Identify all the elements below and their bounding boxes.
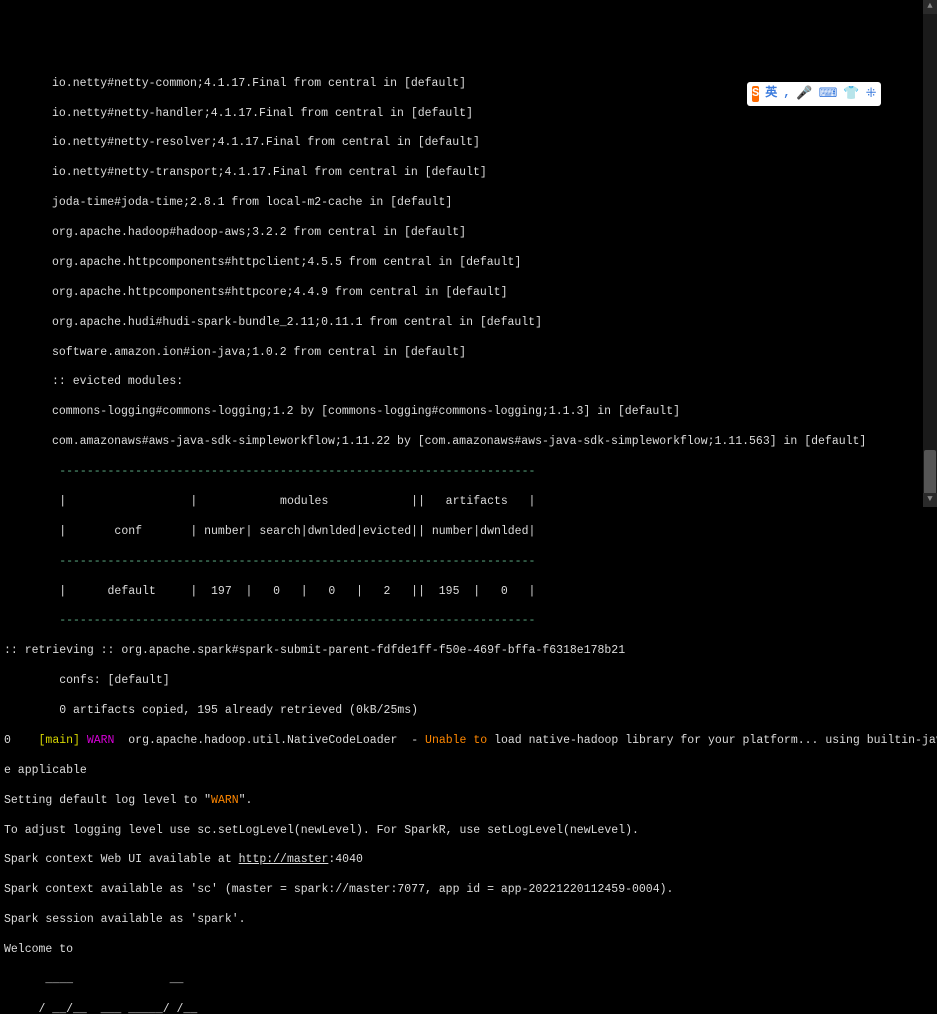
scroll-down-icon[interactable]: ▼: [923, 493, 937, 507]
welcome-line: Welcome to: [4, 943, 933, 958]
dep-line: io.netty#netty-resolver;4.1.17.Final fro…: [4, 136, 933, 151]
dep-line: io.netty#netty-transport;4.1.17.Final fr…: [4, 166, 933, 181]
retrieve-line: 0 artifacts copied, 195 already retrieve…: [4, 704, 933, 719]
scroll-up-icon[interactable]: ▲: [923, 0, 937, 14]
loglevel-adjust: To adjust logging level use sc.setLogLev…: [4, 824, 933, 839]
scrollbar-track[interactable]: ▲ ▼: [923, 0, 937, 507]
ime-toolbar[interactable]: S 英 , 🎤 ⌨ 👕 ⁜: [747, 82, 881, 106]
dep-line: joda-time#joda-time;2.8.1 from local-m2-…: [4, 196, 933, 211]
dep-line: org.apache.httpcomponents#httpcore;4.4.9…: [4, 286, 933, 301]
loglevel-line: Setting default log level to "WARN".: [4, 794, 933, 809]
table-divider: ----------------------------------------…: [4, 614, 933, 629]
ascii-art: / __/__ ___ _____/ /__: [4, 1003, 933, 1014]
menu-icon[interactable]: ⁜: [866, 86, 877, 103]
dep-line: org.apache.httpcomponents#httpclient;4.5…: [4, 256, 933, 271]
table-header: | conf | number| search|dwnlded|evicted|…: [4, 525, 933, 540]
warn-line: 0 [main] WARN org.apache.hadoop.util.Nat…: [4, 734, 933, 749]
ime-language-toggle[interactable]: 英: [765, 86, 777, 102]
session-line: Spark session available as 'spark'.: [4, 913, 933, 928]
webui-line: Spark context Web UI available at http:/…: [4, 853, 933, 868]
microphone-icon[interactable]: 🎤: [796, 86, 812, 103]
dep-line: io.netty#netty-handler;4.1.17.Final from…: [4, 107, 933, 122]
dep-line: org.apache.hadoop#hadoop-aws;3.2.2 from …: [4, 226, 933, 241]
table-header: | | modules || artifacts |: [4, 495, 933, 510]
skin-icon[interactable]: 👕: [843, 86, 859, 103]
ime-punct-toggle[interactable]: ,: [783, 86, 790, 102]
warn-cont: e applicable: [4, 764, 933, 779]
context-line: Spark context available as 'sc' (master …: [4, 883, 933, 898]
dep-line: org.apache.hudi#hudi-spark-bundle_2.11;0…: [4, 316, 933, 331]
evicted-line: com.amazonaws#aws-java-sdk-simpleworkflo…: [4, 435, 933, 450]
scrollbar-thumb[interactable]: [924, 450, 936, 495]
dep-line: software.amazon.ion#ion-java;1.0.2 from …: [4, 346, 933, 361]
evicted-header: :: evicted modules:: [4, 375, 933, 390]
sogou-logo-icon[interactable]: S: [752, 86, 759, 102]
ascii-art: ____ __: [4, 973, 933, 988]
terminal-output: io.netty#netty-common;4.1.17.Final from …: [0, 60, 937, 1014]
retrieve-line: confs: [default]: [4, 674, 933, 689]
keyboard-icon[interactable]: ⌨: [819, 86, 838, 103]
webui-link[interactable]: http://master: [239, 853, 329, 866]
table-divider: ----------------------------------------…: [4, 555, 933, 570]
retrieve-line: :: retrieving :: org.apache.spark#spark-…: [4, 644, 933, 659]
table-row: | default | 197 | 0 | 0 | 2 || 195 | 0 |: [4, 585, 933, 600]
evicted-line: commons-logging#commons-logging;1.2 by […: [4, 405, 933, 420]
table-divider: ----------------------------------------…: [4, 465, 933, 480]
